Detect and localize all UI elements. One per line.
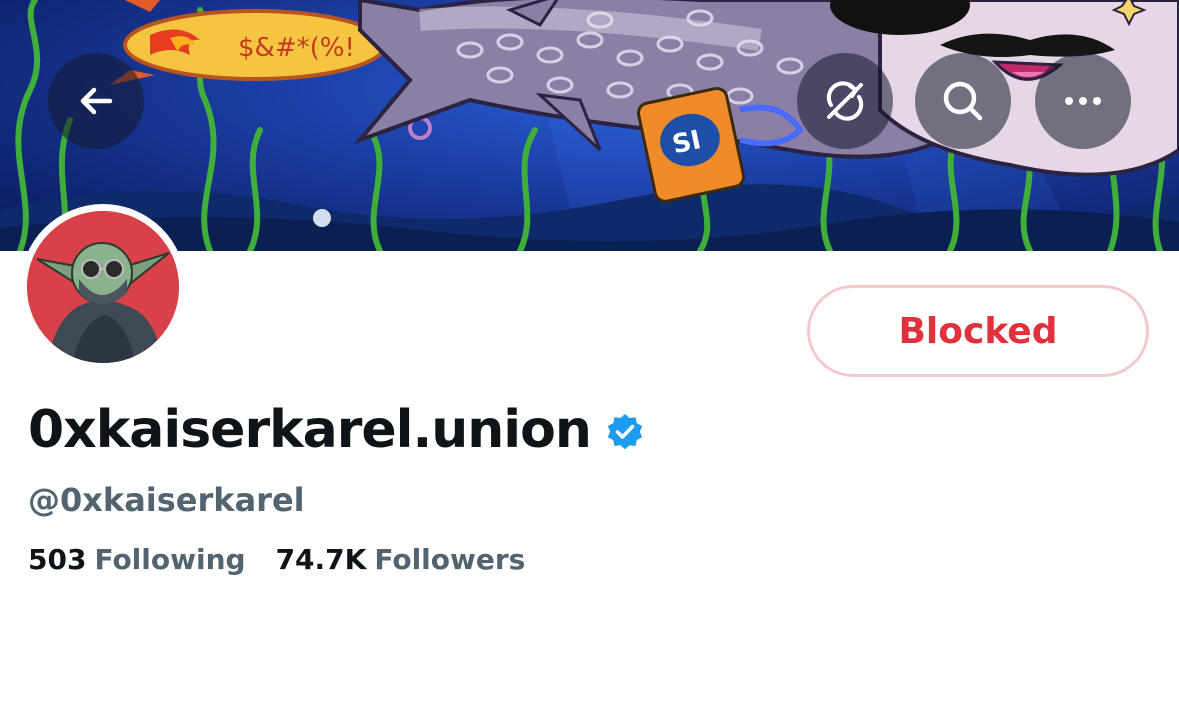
avatar-image [27, 211, 179, 363]
display-name: 0xkaiserkarel.union [28, 400, 592, 460]
following-link[interactable]: 503 Following [28, 540, 246, 580]
user-handle: @0xkaiserkarel [28, 481, 305, 519]
blocked-button-label: Blocked [898, 310, 1058, 352]
more-horizontal-icon [1065, 97, 1101, 105]
sync-off-icon [826, 81, 864, 121]
search-button[interactable] [915, 53, 1011, 149]
display-name-row: 0xkaiserkarel.union [28, 398, 645, 462]
search-icon [943, 81, 983, 121]
verified-badge-icon[interactable] [605, 412, 645, 452]
back-button[interactable] [48, 53, 144, 149]
following-count: 503 [28, 543, 87, 576]
profile-avatar[interactable] [20, 204, 186, 370]
following-label: Following [94, 543, 246, 576]
arrow-left-icon [80, 87, 113, 115]
avatar-illustration [27, 211, 179, 363]
followers-count: 74.7K [275, 543, 367, 576]
follow-stats: 503 Following 74.7K Followers [28, 540, 525, 580]
blocked-button[interactable]: Blocked [807, 285, 1149, 377]
sync-button[interactable] [797, 53, 893, 149]
svg-text:$&#*(%!: $&#*(%! [238, 33, 355, 63]
profile-banner[interactable]: $&#*(%! SI [0, 0, 1179, 251]
more-button[interactable] [1035, 53, 1131, 149]
followers-label: Followers [374, 543, 526, 576]
followers-link[interactable]: 74.7K Followers [276, 540, 526, 580]
